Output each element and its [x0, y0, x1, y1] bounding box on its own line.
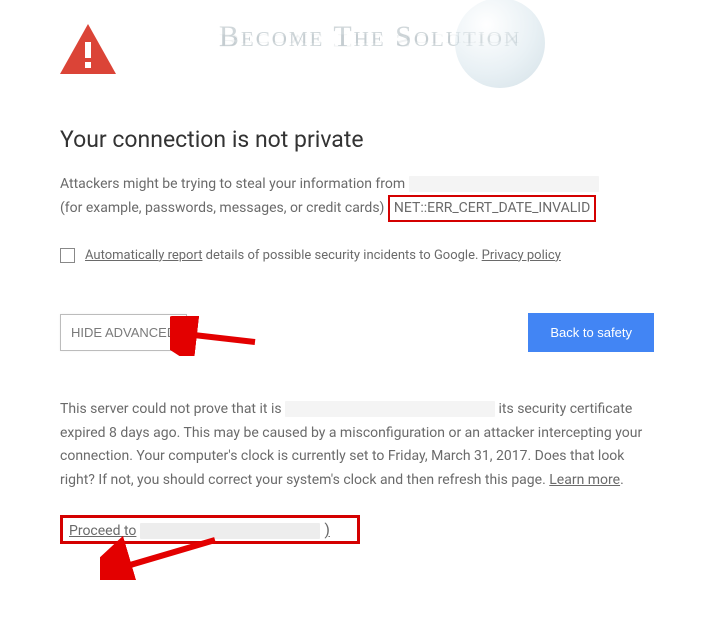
privacy-policy-link[interactable]: Privacy policy	[482, 248, 561, 263]
auto-report-link[interactable]: Automatically report	[85, 248, 202, 263]
hide-advanced-button[interactable]: HIDE ADVANCED	[60, 314, 187, 351]
proceed-suffix: )	[324, 520, 330, 539]
auto-report-text: details of possible security incidents t…	[202, 248, 481, 263]
learn-more-link[interactable]: Learn more	[549, 472, 620, 488]
auto-report-label: Automatically report details of possible…	[85, 248, 561, 263]
ssl-error-page: Your connection is not private Attackers…	[0, 0, 714, 544]
redacted-hostname-3	[140, 523, 320, 539]
advanced-details: This server could not prove that it is i…	[60, 398, 654, 493]
warning-description: Attackers might be trying to steal your …	[60, 173, 654, 222]
advanced-text-1: This server could not prove that it is	[60, 401, 285, 417]
error-code-badge: NET::ERR_CERT_DATE_INVALID	[388, 195, 596, 221]
proceed-link-row: Proceed to )	[60, 515, 360, 544]
page-title: Your connection is not private	[60, 126, 654, 153]
redacted-hostname	[409, 176, 599, 192]
proceed-text: Proceed to	[69, 523, 136, 539]
button-row: HIDE ADVANCED Back to safety	[60, 313, 654, 352]
redacted-hostname-2	[285, 401, 495, 417]
warning-text-2: (for example, passwords, messages, or cr…	[60, 200, 384, 216]
auto-report-checkbox[interactable]	[60, 248, 75, 263]
proceed-anyway-link[interactable]: Proceed to	[69, 523, 136, 539]
auto-report-row: Automatically report details of possible…	[60, 248, 654, 263]
warning-text-1: Attackers might be trying to steal your …	[60, 176, 405, 192]
back-to-safety-button[interactable]: Back to safety	[528, 313, 654, 352]
warning-triangle-icon	[60, 24, 654, 78]
